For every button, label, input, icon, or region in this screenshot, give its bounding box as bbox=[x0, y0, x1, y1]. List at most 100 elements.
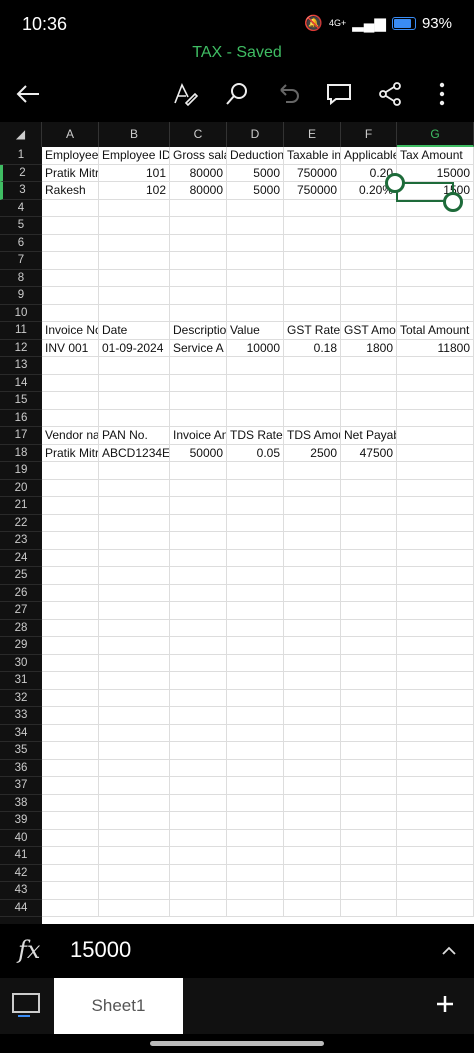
row-header-23[interactable]: 23 bbox=[0, 532, 42, 550]
column-header-a[interactable]: A bbox=[42, 122, 99, 147]
cell-b1[interactable]: Employee ID bbox=[99, 147, 170, 165]
row-header-12[interactable]: 12 bbox=[0, 340, 42, 357]
cell-g34[interactable] bbox=[397, 724, 474, 742]
cell-g15[interactable] bbox=[397, 392, 474, 410]
cell-e36[interactable] bbox=[284, 759, 341, 777]
cell-e38[interactable] bbox=[284, 794, 341, 812]
cell-g21[interactable] bbox=[397, 497, 474, 515]
cell-d19[interactable] bbox=[227, 462, 284, 480]
cell-a9[interactable] bbox=[42, 287, 99, 305]
cell-e35[interactable] bbox=[284, 742, 341, 760]
cell-b31[interactable] bbox=[99, 672, 170, 690]
row-header-5[interactable]: 5 bbox=[0, 217, 42, 235]
column-header-b[interactable]: B bbox=[99, 122, 170, 147]
row-header-40[interactable]: 40 bbox=[0, 830, 42, 847]
cell-c23[interactable] bbox=[170, 532, 227, 550]
cell-b4[interactable] bbox=[99, 199, 170, 217]
cell-b3[interactable]: 102 bbox=[99, 182, 170, 200]
cell-c12[interactable]: Service A bbox=[170, 339, 227, 357]
cell-b12[interactable]: 01-09-2024 bbox=[99, 339, 170, 357]
cell-a25[interactable] bbox=[42, 567, 99, 585]
cell-b39[interactable] bbox=[99, 812, 170, 830]
cell-b25[interactable] bbox=[99, 567, 170, 585]
cell-f1[interactable]: Applicable bbox=[341, 147, 397, 165]
cell-g38[interactable] bbox=[397, 794, 474, 812]
cell-d14[interactable] bbox=[227, 374, 284, 392]
cell-d42[interactable] bbox=[227, 864, 284, 882]
cell-b29[interactable] bbox=[99, 637, 170, 655]
cell-c6[interactable] bbox=[170, 234, 227, 252]
cell-f27[interactable] bbox=[341, 602, 397, 620]
cell-b38[interactable] bbox=[99, 794, 170, 812]
more-button[interactable] bbox=[424, 76, 460, 112]
cell-d23[interactable] bbox=[227, 532, 284, 550]
cell-a26[interactable] bbox=[42, 584, 99, 602]
cell-a27[interactable] bbox=[42, 602, 99, 620]
cell-c31[interactable] bbox=[170, 672, 227, 690]
cell-e12[interactable]: 0.18 bbox=[284, 339, 341, 357]
draw-button[interactable] bbox=[167, 76, 203, 112]
cell-b17[interactable]: PAN No. bbox=[99, 427, 170, 445]
cell-d44[interactable] bbox=[227, 899, 284, 917]
cell-c32[interactable] bbox=[170, 689, 227, 707]
cell-a17[interactable]: Vendor na bbox=[42, 427, 99, 445]
cell-b22[interactable] bbox=[99, 514, 170, 532]
cell-f10[interactable] bbox=[341, 304, 397, 322]
cell-g16[interactable] bbox=[397, 409, 474, 427]
cell-f42[interactable] bbox=[341, 864, 397, 882]
cell-c30[interactable] bbox=[170, 654, 227, 672]
cell-b41[interactable] bbox=[99, 847, 170, 865]
cell-d25[interactable] bbox=[227, 567, 284, 585]
cell-c14[interactable] bbox=[170, 374, 227, 392]
cell-a10[interactable] bbox=[42, 304, 99, 322]
row-header-36[interactable]: 36 bbox=[0, 760, 42, 777]
cell-f39[interactable] bbox=[341, 812, 397, 830]
cell-g10[interactable] bbox=[397, 304, 474, 322]
cell-a16[interactable] bbox=[42, 409, 99, 427]
cell-g2[interactable]: 15000 bbox=[397, 164, 474, 182]
cell-g19[interactable] bbox=[397, 462, 474, 480]
cell-e39[interactable] bbox=[284, 812, 341, 830]
cell-g25[interactable] bbox=[397, 567, 474, 585]
row-header-44[interactable]: 44 bbox=[0, 900, 42, 917]
cell-c17[interactable]: Invoice An bbox=[170, 427, 227, 445]
cell-b6[interactable] bbox=[99, 234, 170, 252]
cell-g30[interactable] bbox=[397, 654, 474, 672]
cell-b9[interactable] bbox=[99, 287, 170, 305]
cell-a37[interactable] bbox=[42, 777, 99, 795]
cell-a8[interactable] bbox=[42, 269, 99, 287]
cell-b23[interactable] bbox=[99, 532, 170, 550]
comment-button[interactable] bbox=[321, 76, 357, 112]
row-header-26[interactable]: 26 bbox=[0, 585, 42, 602]
cell-c42[interactable] bbox=[170, 864, 227, 882]
cell-c44[interactable] bbox=[170, 899, 227, 917]
cell-c11[interactable]: Descriptio bbox=[170, 322, 227, 340]
cell-a31[interactable] bbox=[42, 672, 99, 690]
cell-a39[interactable] bbox=[42, 812, 99, 830]
row-header-43[interactable]: 43 bbox=[0, 882, 42, 900]
cell-f21[interactable] bbox=[341, 497, 397, 515]
cell-d39[interactable] bbox=[227, 812, 284, 830]
column-header-d[interactable]: D bbox=[227, 122, 284, 147]
cell-c20[interactable] bbox=[170, 479, 227, 497]
cell-b34[interactable] bbox=[99, 724, 170, 742]
cell-d6[interactable] bbox=[227, 234, 284, 252]
row-header-13[interactable]: 13 bbox=[0, 357, 42, 375]
search-button[interactable] bbox=[219, 76, 255, 112]
cell-d30[interactable] bbox=[227, 654, 284, 672]
cell-e43[interactable] bbox=[284, 882, 341, 900]
cell-f26[interactable] bbox=[341, 584, 397, 602]
cell-g41[interactable] bbox=[397, 847, 474, 865]
cell-c25[interactable] bbox=[170, 567, 227, 585]
back-button[interactable] bbox=[10, 76, 46, 112]
cell-d8[interactable] bbox=[227, 269, 284, 287]
cell-a35[interactable] bbox=[42, 742, 99, 760]
cell-c16[interactable] bbox=[170, 409, 227, 427]
cell-a15[interactable] bbox=[42, 392, 99, 410]
cell-g17[interactable] bbox=[397, 427, 474, 445]
cell-f44[interactable] bbox=[341, 899, 397, 917]
cell-d7[interactable] bbox=[227, 252, 284, 270]
cell-g44[interactable] bbox=[397, 899, 474, 917]
cell-b19[interactable] bbox=[99, 462, 170, 480]
cell-b40[interactable] bbox=[99, 829, 170, 847]
